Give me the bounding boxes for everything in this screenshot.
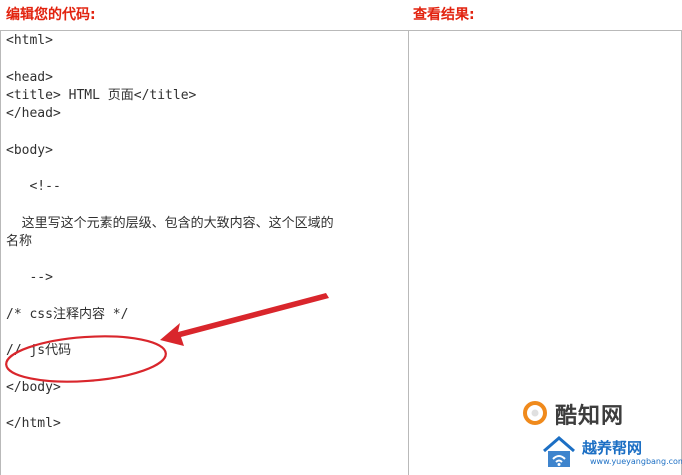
watermark-url: www.yueyangbang.com (590, 457, 682, 466)
code-line: </body> (6, 379, 61, 395)
code-editor-textarea[interactable]: <html> <head> <title> HTML 页面</title> </hea… (0, 30, 409, 475)
code-line: <title> HTML 页面</title> (6, 87, 197, 103)
code-line: --> (6, 270, 53, 286)
code-line: // js代码 (6, 343, 72, 359)
kuzhi-logo-icon (523, 401, 547, 425)
code-line: </html> (6, 416, 61, 432)
code-line: <!-- (6, 179, 61, 194)
wifi-house-logo-icon (543, 436, 575, 467)
code-line: /* css注释内容 */ (6, 306, 129, 322)
watermark-kuzhi: 酷知网 (555, 404, 625, 429)
result-heading: 查看结果: (413, 7, 475, 23)
code-line: <head> (6, 69, 53, 85)
editor-heading: 编辑您的代码: (6, 7, 96, 23)
watermark-yueyangbang: 越养帮网 (582, 439, 643, 457)
code-line: </head> (6, 106, 61, 121)
code-content: <html> <head> <title> HTML 页面</title> </hea… (6, 32, 404, 434)
code-line: <body> (6, 142, 53, 158)
code-line: 名称 (6, 233, 33, 249)
code-line: <html> (6, 33, 53, 48)
code-line: 这里写这个元素的层级、包含的大致内容、这个区域的 (6, 215, 334, 231)
